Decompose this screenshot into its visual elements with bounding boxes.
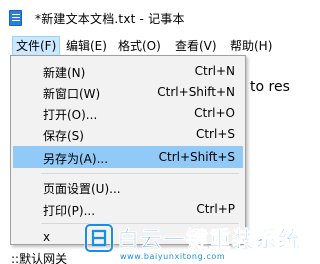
menu-item-shortcut: Ctrl+Shift+N [157,85,235,99]
menu-item-print[interactable]: 打印(P)... Ctrl+P [13,198,243,220]
menu-item-open[interactable]: 打开(O)... Ctrl+O [13,102,243,124]
menu-view[interactable]: 查看(V) [172,36,220,56]
file-dropdown-menu: 新建(N) Ctrl+N 新窗口(W) Ctrl+Shift+N 打开(O)..… [10,55,246,245]
menu-edit[interactable]: 编辑(E) [63,36,110,56]
menu-item-label: 新窗口(W) [43,87,101,101]
menu-item-shortcut: Ctrl+N [194,64,235,78]
menu-item-label: 保存(S) [43,129,84,143]
menu-separator [41,173,239,174]
menu-item-save-as[interactable]: 另存为(A)... Ctrl+Shift+S [13,146,243,168]
menu-item-new-window[interactable]: 新窗口(W) Ctrl+Shift+N [13,81,243,103]
editor-text-fragment: to res [250,79,290,95]
watermark: 白云一键重装系统 www.baiyunxitong.com [84,221,300,264]
menu-item-shortcut: Ctrl+S [195,127,235,141]
menu-item-label: x [43,230,51,244]
menu-bar: 文件(F) 编辑(E) 格式(O) 查看(V) 帮助(H) [0,36,288,56]
watermark-title: 白云一键重装系统 [117,228,302,254]
menu-file[interactable]: 文件(F) [12,36,61,56]
menu-item-new[interactable]: 新建(N) Ctrl+N [13,60,243,82]
menu-item-shortcut: Ctrl+P [196,202,235,216]
watermark-url: www.baiyunxitong.com [120,252,226,261]
menu-item-label: 打开(O)... [43,108,98,122]
menu-format[interactable]: 格式(O) [115,36,164,56]
menu-item-page-setup[interactable]: 页面设置(U)... [13,176,243,198]
menu-help[interactable]: 帮助(H) [227,36,275,56]
menu-item-save[interactable]: 保存(S) Ctrl+S [13,123,243,145]
title-bar: *新建文本文档.txt - 记事本 [0,0,288,36]
notepad-icon [9,9,25,27]
menu-item-label: 页面设置(U)... [43,182,121,196]
menu-item-shortcut: Ctrl+O [194,106,235,120]
menu-item-label: 另存为(A)... [43,152,109,166]
baiyun-logo-icon [84,223,114,253]
menu-item-label: 打印(P)... [43,204,96,218]
menu-item-shortcut: Ctrl+Shift+S [158,150,235,164]
menu-item-label: 新建(N) [43,66,86,80]
window-title: *新建文本文档.txt - 记事本 [35,12,185,26]
editor-text-line: ::默认网关 [11,252,68,264]
